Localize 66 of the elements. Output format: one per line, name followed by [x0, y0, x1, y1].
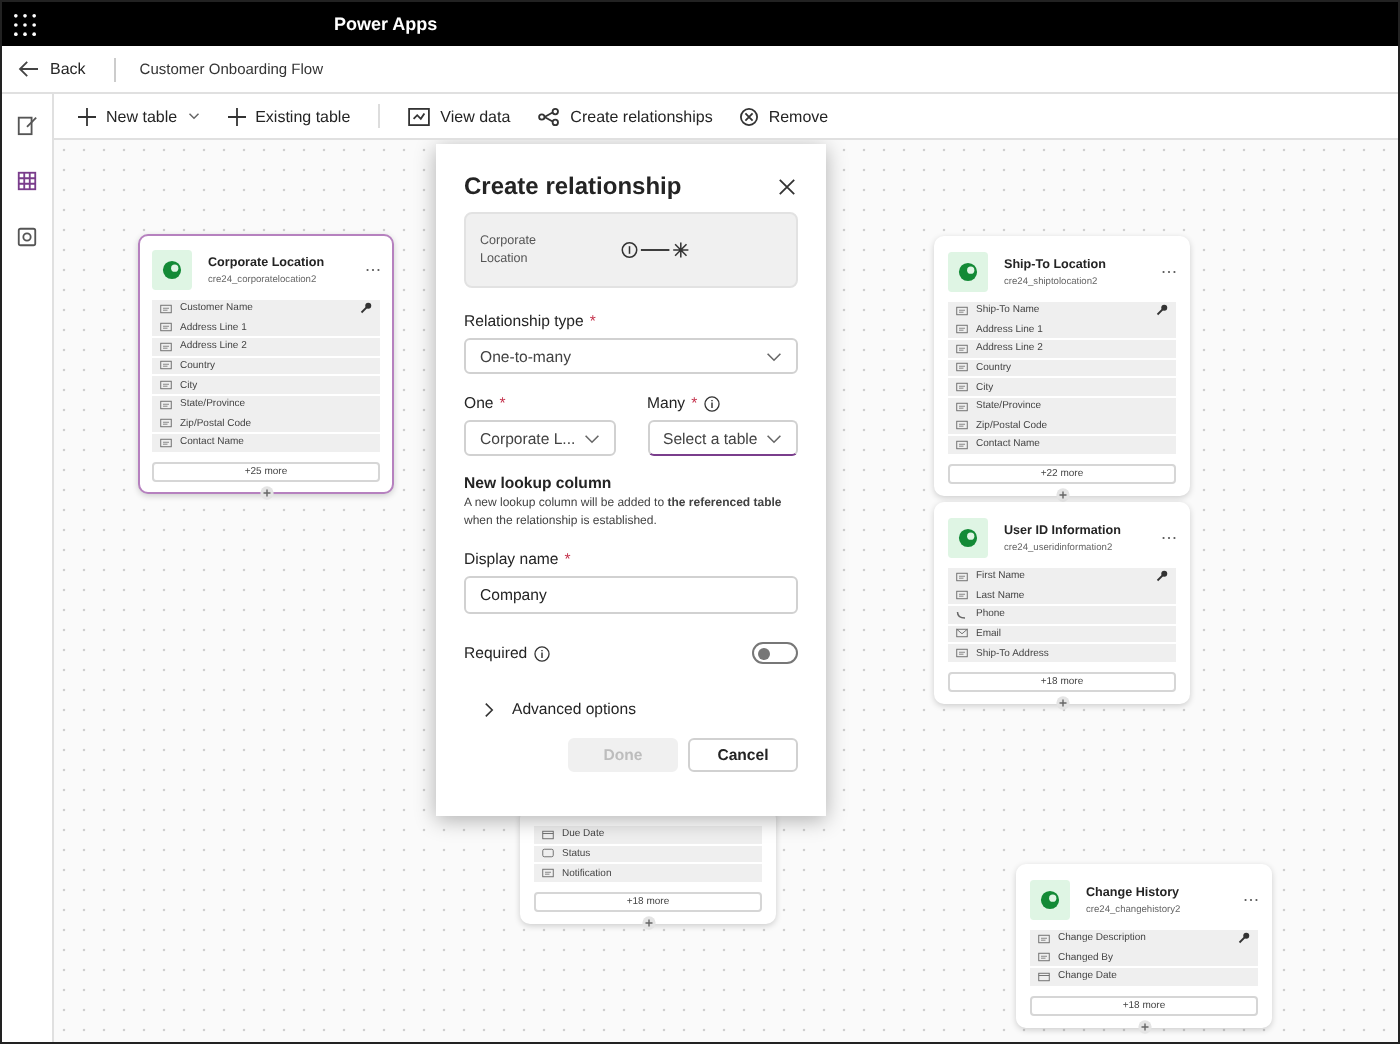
toolbar-button[interactable]: Existing table [227, 103, 351, 129]
table-icon [1030, 880, 1070, 920]
text-field-icon [160, 322, 172, 333]
add-handle-icon[interactable] [260, 485, 274, 500]
text-field-icon [160, 303, 172, 314]
toolbar-button[interactable]: Create relationships [538, 103, 713, 129]
text-field-icon [1038, 952, 1050, 963]
add-handle-icon[interactable] [1056, 487, 1070, 502]
toolbar-button[interactable]: New table [78, 103, 200, 129]
database-icon[interactable] [12, 222, 42, 252]
toolbar-button[interactable]: View data [408, 103, 511, 129]
table-icon [152, 250, 192, 290]
table-view-icon [408, 107, 431, 125]
text-field-icon [160, 341, 172, 352]
key-icon [1156, 570, 1168, 583]
chevron-down-icon [766, 351, 782, 361]
text-field-icon [956, 343, 968, 354]
add-handle-icon[interactable] [642, 915, 656, 930]
choice-icon [542, 848, 554, 859]
app-launcher-icon[interactable] [14, 13, 36, 35]
dialog-title: Create relationship [464, 172, 682, 200]
text-field-icon [160, 360, 172, 371]
phone-icon [956, 609, 968, 620]
chevron-down-icon [583, 433, 599, 443]
text-field-icon [542, 868, 554, 879]
chevron-right-icon [484, 701, 494, 718]
close-icon[interactable] [776, 175, 798, 197]
toolbar-button[interactable]: Remove [740, 103, 829, 129]
key-icon [360, 302, 372, 315]
key-icon [1156, 304, 1168, 317]
info-icon [533, 645, 550, 662]
text-field-icon [956, 401, 968, 412]
plus-icon [227, 107, 246, 125]
required-toggle[interactable] [752, 642, 798, 665]
remove-icon [740, 107, 759, 125]
table-icon [948, 252, 988, 292]
chevron-down-icon [766, 433, 782, 443]
add-handle-icon[interactable] [1138, 1019, 1152, 1034]
text-field-icon [160, 437, 172, 448]
text-field-icon [956, 439, 968, 450]
plus-icon [78, 107, 96, 125]
text-field-icon [956, 590, 968, 601]
text-field-icon [956, 420, 968, 431]
text-field-icon [956, 571, 968, 582]
text-field-icon [956, 648, 968, 659]
app-name: Power Apps [334, 14, 438, 34]
add-handle-icon[interactable] [1056, 695, 1070, 710]
text-field-icon [1038, 933, 1050, 944]
relationship-icon [538, 107, 561, 125]
mail-icon [956, 628, 968, 639]
text-field-icon [160, 380, 172, 391]
text-field-icon [956, 382, 968, 393]
table-icon [948, 518, 988, 558]
text-field-icon [160, 399, 172, 410]
text-field-icon [956, 362, 968, 373]
key-icon [1238, 932, 1250, 945]
calendar-icon [1038, 971, 1050, 982]
info-icon [703, 395, 720, 411]
back-button[interactable]: Back [14, 56, 90, 82]
text-field-icon [956, 324, 968, 335]
grid-icon[interactable] [12, 166, 42, 196]
calendar-icon [542, 829, 554, 840]
chevron-down-icon [187, 112, 200, 120]
text-field-icon [956, 305, 968, 316]
text-field-icon [160, 418, 172, 429]
back-arrow-icon [18, 60, 40, 78]
